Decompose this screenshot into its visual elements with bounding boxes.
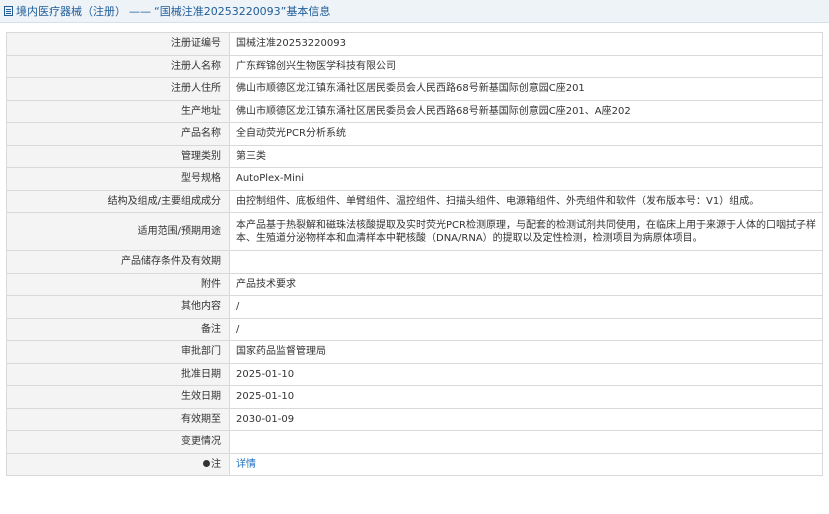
note-icon (203, 460, 210, 468)
row-label-other: 其他内容 (6, 295, 230, 319)
row-value-remark: / (229, 317, 823, 341)
table-row: 其他内容 / (6, 295, 823, 319)
row-value-production-address: 佛山市顺德区龙江镇东涌社区居民委员会人民西路68号新基国际创意园C座201、A座… (229, 99, 823, 123)
table-row: 生产地址 佛山市顺德区龙江镇东涌社区居民委员会人民西路68号新基国际创意园C座2… (6, 99, 823, 123)
row-value-registration-number: 国械注准20253220093 (229, 32, 823, 56)
row-label-registrant-address: 注册人住所 (6, 77, 230, 101)
header-title: “国械注准20253220093”基本信息 (154, 5, 331, 18)
detail-table: 注册证编号 国械注准20253220093 注册人名称 广东辉锦创兴生物医学科技… (6, 32, 823, 476)
row-label-valid-until: 有效期至 (6, 407, 230, 431)
row-value-structure: 由控制组件、底板组件、单臂组件、温控组件、扫描头组件、电源箱组件、外壳组件和软件… (229, 189, 823, 213)
header-category: 境内医疗器械（注册） (16, 5, 126, 18)
table-row: 批准日期 2025-01-10 (6, 362, 823, 386)
row-label-model-spec: 型号规格 (6, 167, 230, 191)
table-row: 生效日期 2025-01-10 (6, 385, 823, 409)
row-label-registration-number: 注册证编号 (6, 32, 230, 56)
row-value-note: 详情 (229, 452, 823, 476)
row-value-changes (229, 430, 823, 454)
table-row: 注册人名称 广东辉锦创兴生物医学科技有限公司 (6, 54, 823, 78)
table-row: 注册人住所 佛山市顺德区龙江镇东涌社区居民委员会人民西路68号新基国际创意园C座… (6, 77, 823, 101)
row-value-effective-date: 2025-01-10 (229, 385, 823, 409)
table-row: 管理类别 第三类 (6, 144, 823, 168)
row-label-management-category: 管理类别 (6, 144, 230, 168)
table-row: 附件 产品技术要求 (6, 272, 823, 296)
row-label-note: 注 (6, 452, 230, 476)
row-label-intended-use: 适用范围/预期用途 (6, 212, 230, 251)
row-value-attachment: 产品技术要求 (229, 272, 823, 296)
row-label-structure: 结构及组成/主要组成成分 (6, 189, 230, 213)
row-value-approval-dept: 国家药品监督管理局 (229, 340, 823, 364)
table-row: 型号规格 AutoPlex-Mini (6, 167, 823, 191)
row-value-approval-date: 2025-01-10 (229, 362, 823, 386)
table-row: 注 详情 (6, 452, 823, 476)
row-label-approval-dept: 审批部门 (6, 340, 230, 364)
row-label-approval-date: 批准日期 (6, 362, 230, 386)
document-icon (4, 6, 13, 16)
row-value-registrant-name: 广东辉锦创兴生物医学科技有限公司 (229, 54, 823, 78)
row-label-storage: 产品储存条件及有效期 (6, 250, 230, 274)
table-row: 审批部门 国家药品监督管理局 (6, 340, 823, 364)
row-value-other: / (229, 295, 823, 319)
row-label-changes: 变更情况 (6, 430, 230, 454)
table-row: 适用范围/预期用途 本产品基于热裂解和磁珠法核酸提取及实时荧光PCR检测原理，与… (6, 212, 823, 251)
note-label-text: 注 (211, 458, 221, 470)
row-value-product-name: 全自动荧光PCR分析系统 (229, 122, 823, 146)
row-label-attachment: 附件 (6, 272, 230, 296)
row-value-management-category: 第三类 (229, 144, 823, 168)
row-label-registrant-name: 注册人名称 (6, 54, 230, 78)
table-row: 产品名称 全自动荧光PCR分析系统 (6, 122, 823, 146)
table-row: 结构及组成/主要组成成分 由控制组件、底板组件、单臂组件、温控组件、扫描头组件、… (6, 189, 823, 213)
row-label-production-address: 生产地址 (6, 99, 230, 123)
table-row: 注册证编号 国械注准20253220093 (6, 32, 823, 56)
row-label-effective-date: 生效日期 (6, 385, 230, 409)
table-row: 有效期至 2030-01-09 (6, 407, 823, 431)
row-value-storage (229, 250, 823, 274)
row-label-remark: 备注 (6, 317, 230, 341)
table-row: 备注 / (6, 317, 823, 341)
header-separator: —— (129, 4, 151, 18)
row-value-intended-use: 本产品基于热裂解和磁珠法核酸提取及实时荧光PCR检测原理，与配套的检测试剂共同使… (229, 212, 823, 251)
table-row: 变更情况 (6, 430, 823, 454)
row-value-registrant-address: 佛山市顺德区龙江镇东涌社区居民委员会人民西路68号新基国际创意园C座201 (229, 77, 823, 101)
row-label-product-name: 产品名称 (6, 122, 230, 146)
row-value-model-spec: AutoPlex-Mini (229, 167, 823, 191)
details-link[interactable]: 详情 (236, 459, 256, 470)
table-row: 产品储存条件及有效期 (6, 250, 823, 274)
page-header: 境内医疗器械（注册） —— “国械注准20253220093”基本信息 (0, 0, 829, 23)
row-value-valid-until: 2030-01-09 (229, 407, 823, 431)
